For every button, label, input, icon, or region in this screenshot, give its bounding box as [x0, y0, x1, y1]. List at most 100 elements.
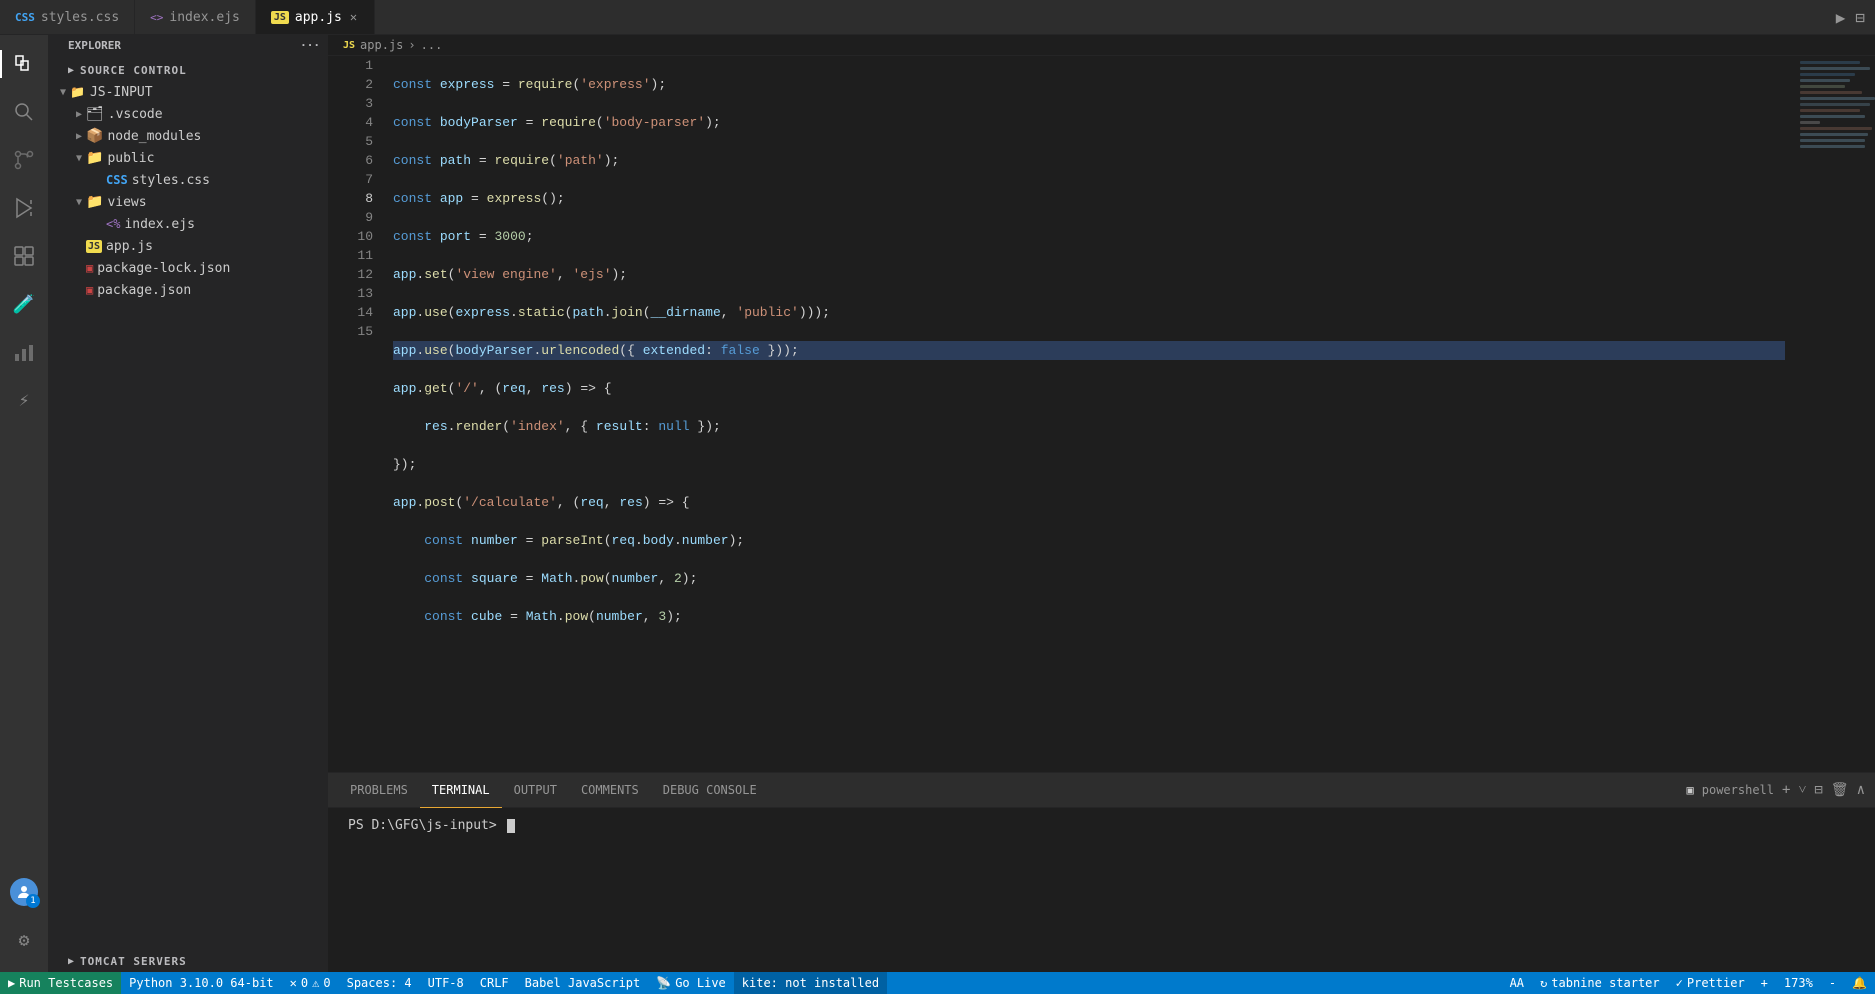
- tab-app-js[interactable]: JS app.js ✕: [256, 0, 375, 34]
- status-plus[interactable]: +: [1753, 972, 1776, 994]
- status-notification[interactable]: 🔔: [1844, 972, 1875, 994]
- tree-item-index-ejs[interactable]: <% index.ejs: [48, 213, 328, 235]
- source-control-label: SOURCE CONTROL: [80, 64, 187, 77]
- status-language[interactable]: Babel JavaScript: [517, 972, 649, 994]
- pkg-lock-icon: ▣: [86, 261, 93, 275]
- activity-item-explorer[interactable]: [0, 40, 48, 88]
- tab-output[interactable]: OUTPUT: [502, 773, 569, 808]
- node-modules-label: node_modules: [107, 129, 201, 144]
- language-label: Babel JavaScript: [525, 976, 641, 990]
- status-golive[interactable]: 📡 Go Live: [648, 972, 734, 994]
- tab-close-app-js[interactable]: ✕: [348, 8, 359, 26]
- index-ejs-icon: <%: [106, 217, 120, 231]
- editor-area: JS app.js › ... 1 2 3 4 5 6 7 8 9 10: [328, 35, 1875, 972]
- code-content: const express = require('express'); cons…: [383, 56, 1795, 772]
- eol-label: CRLF: [480, 976, 509, 990]
- activity-item-lab[interactable]: 🧪: [0, 280, 48, 328]
- tree-item-vscode[interactable]: ▶ 🗂 .vscode: [48, 103, 328, 125]
- explorer-more-icon[interactable]: ···: [300, 39, 320, 52]
- tree-item-app-js[interactable]: JS app.js: [48, 235, 328, 257]
- error-icon: ✕: [290, 976, 297, 990]
- js-icon: JS: [271, 11, 289, 24]
- tab-comments[interactable]: COMMENTS: [569, 773, 651, 808]
- aa-label: AA: [1510, 976, 1524, 990]
- tab-terminal[interactable]: TERMINAL: [420, 773, 502, 808]
- error-count: 0: [301, 976, 308, 990]
- status-kite[interactable]: kite: not installed: [734, 972, 887, 994]
- status-python[interactable]: Python 3.10.0 64-bit: [121, 972, 282, 994]
- add-terminal-icon[interactable]: +: [1782, 782, 1790, 798]
- notification-icon: 🔔: [1852, 976, 1867, 990]
- activity-item-bolt[interactable]: ⚡: [0, 376, 48, 424]
- status-prettier[interactable]: ✓ Prettier: [1668, 972, 1753, 994]
- sidebar: EXPLORER ··· ▶ SOURCE CONTROL ▼ 📁 JS-INP…: [48, 35, 328, 972]
- activity-item-extensions[interactable]: [0, 232, 48, 280]
- code-editor[interactable]: 1 2 3 4 5 6 7 8 9 10 11 12 13 14 15 cons…: [328, 56, 1875, 772]
- css-icon: CSS: [15, 11, 35, 24]
- tomcat-servers-section[interactable]: ▶ TOMCAT SERVERS: [48, 947, 328, 972]
- tree-root-js-input[interactable]: ▼ 📁 JS-INPUT: [48, 81, 328, 103]
- tab-styles-css[interactable]: CSS styles.css: [0, 0, 135, 34]
- views-icon: 📁: [86, 194, 103, 210]
- tree-item-package-json[interactable]: ▣ package.json: [48, 279, 328, 301]
- app-js-label: app.js: [106, 239, 153, 254]
- plus-label: +: [1761, 976, 1768, 990]
- public-label: public: [107, 151, 154, 166]
- tree-item-styles-css[interactable]: CSS styles.css: [48, 169, 328, 191]
- tab-problems[interactable]: PROBLEMS: [338, 773, 420, 808]
- tree-item-node-modules[interactable]: ▶ 📦 node_modules: [48, 125, 328, 147]
- breadcrumb-separator: ›: [408, 38, 415, 52]
- source-control-section[interactable]: ▶ SOURCE CONTROL: [48, 56, 328, 81]
- status-spaces[interactable]: Spaces: 4: [339, 972, 420, 994]
- python-label: Python 3.10.0 64-bit: [129, 976, 274, 990]
- terminal-prompt: PS D:\GFG\js-input>: [348, 818, 505, 833]
- split-terminal-icon[interactable]: ⊟: [1814, 782, 1822, 798]
- warning-count: 0: [323, 976, 330, 990]
- zoom-label: 173%: [1784, 976, 1813, 990]
- account-badge: 1: [26, 894, 40, 908]
- tomcat-chevron: ▶: [68, 956, 75, 967]
- status-minus[interactable]: -: [1821, 972, 1844, 994]
- run-testcases-label: Run Testcases: [19, 976, 113, 990]
- collapse-panel-icon[interactable]: ∧: [1857, 782, 1865, 798]
- activity-bar: 🧪 ⚡ 1 ⚙: [0, 35, 48, 972]
- activity-item-settings[interactable]: ⚙: [0, 916, 48, 964]
- trash-icon[interactable]: 🗑: [1831, 782, 1849, 798]
- tab-bar: CSS styles.css <> index.ejs JS app.js ✕ …: [0, 0, 1875, 35]
- js-input-icon: 📁: [70, 85, 85, 99]
- status-run-testcases[interactable]: ▶ Run Testcases: [0, 972, 121, 994]
- tab-actions: ▶ ⊟: [1826, 0, 1875, 34]
- js-input-chevron: ▼: [56, 87, 70, 98]
- minus-label: -: [1829, 976, 1836, 990]
- status-tabnine[interactable]: ↻ tabnine starter: [1532, 972, 1668, 994]
- status-zoom[interactable]: 173%: [1776, 972, 1821, 994]
- explorer-label: EXPLORER: [68, 39, 121, 52]
- tree-item-package-lock[interactable]: ▣ package-lock.json: [48, 257, 328, 279]
- breadcrumb-filename: app.js: [360, 38, 403, 52]
- status-eol[interactable]: CRLF: [472, 972, 517, 994]
- activity-item-source-control[interactable]: [0, 136, 48, 184]
- tree-item-views[interactable]: ▼ 📁 views: [48, 191, 328, 213]
- run-icon[interactable]: ▶: [1836, 8, 1846, 27]
- tab-index-ejs[interactable]: <> index.ejs: [135, 0, 256, 34]
- activity-item-search[interactable]: [0, 88, 48, 136]
- activity-item-charts[interactable]: [0, 328, 48, 376]
- status-errors[interactable]: ✕ 0 ⚠ 0: [282, 972, 339, 994]
- activity-bottom: 1 ⚙: [0, 868, 48, 972]
- chevron-down-icon[interactable]: ˅: [1798, 782, 1806, 799]
- tab-debug-console[interactable]: DEBUG CONSOLE: [651, 773, 769, 808]
- activity-item-run[interactable]: [0, 184, 48, 232]
- status-aa[interactable]: AA: [1502, 972, 1532, 994]
- vscode-chevron: ▶: [72, 109, 86, 120]
- status-encoding[interactable]: UTF-8: [420, 972, 472, 994]
- split-editor-icon[interactable]: ⊟: [1855, 8, 1865, 27]
- tree-item-public[interactable]: ▼ 📁 public: [48, 147, 328, 169]
- tabnine-label: tabnine starter: [1551, 976, 1659, 990]
- line-numbers: 1 2 3 4 5 6 7 8 9 10 11 12 13 14 15: [328, 56, 383, 772]
- source-control-chevron: ▶: [68, 65, 75, 76]
- output-label: OUTPUT: [514, 783, 557, 797]
- account-avatar[interactable]: 1: [10, 878, 38, 906]
- js-input-label: JS-INPUT: [90, 85, 153, 100]
- status-bar: ▶ Run Testcases Python 3.10.0 64-bit ✕ 0…: [0, 972, 1875, 994]
- terminal-content[interactable]: PS D:\GFG\js-input>: [328, 808, 1875, 972]
